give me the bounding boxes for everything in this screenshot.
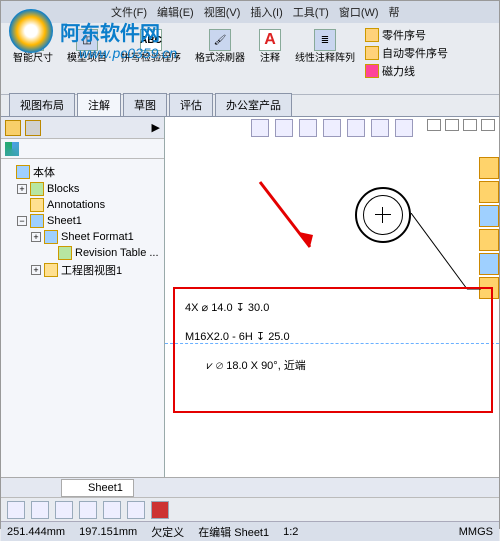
menu-view[interactable]: 视图(V) xyxy=(204,4,241,20)
close-icon[interactable] xyxy=(481,119,495,131)
bt5-icon[interactable] xyxy=(103,501,121,519)
tab-sketch[interactable]: 草图 xyxy=(123,93,167,116)
minimize-icon[interactable] xyxy=(445,119,459,131)
canvas-toolbar xyxy=(251,119,413,137)
palette-icon[interactable] xyxy=(479,205,499,227)
tree-annotations[interactable]: Annotations xyxy=(3,197,162,213)
maximize-icon[interactable] xyxy=(463,119,477,131)
linear-annotation-button[interactable]: ≣线性注释阵列 xyxy=(291,27,359,66)
refresh-icon[interactable] xyxy=(323,119,341,137)
section-icon[interactable] xyxy=(371,119,389,137)
resources-icon[interactable] xyxy=(479,157,499,179)
status-editing: 在编辑 Sheet1 xyxy=(198,524,269,540)
library-icon[interactable] xyxy=(479,181,499,203)
status-underdefined: 欠定义 xyxy=(151,524,184,540)
tree-sheet-format[interactable]: +Sheet Format1 xyxy=(3,229,162,245)
watermark-url: www.pc0359.cn xyxy=(79,45,177,61)
menu-tools[interactable]: 工具(T) xyxy=(293,4,329,20)
tree-root[interactable]: 本体 xyxy=(3,163,162,181)
status-y: 197.151mm xyxy=(79,526,137,538)
menu-help[interactable]: 帮 xyxy=(389,4,400,20)
zoom-area-icon[interactable] xyxy=(299,119,317,137)
drawing-canvas[interactable]: 4X ⌀ 14.0 ↧ 30.0 M16X2.0 - 6H ↧ 25.0 ⩗ ⌀… xyxy=(165,117,499,477)
tree-sheet1[interactable]: −Sheet1 xyxy=(3,213,162,229)
status-bar: 251.444mm 197.151mm 欠定义 在编辑 Sheet1 1:2 M… xyxy=(1,521,499,541)
canvas-window-controls xyxy=(427,119,495,131)
auto-part-number-button[interactable]: 自动零件序号 xyxy=(365,45,448,61)
tree-tab2-icon[interactable] xyxy=(25,120,41,136)
status-units[interactable]: MMGS xyxy=(459,526,493,538)
format-painter-button[interactable]: 🖌格式涂刷器 xyxy=(191,27,249,66)
watermark-text: 阿东软件网 xyxy=(60,17,160,46)
annotation-button[interactable]: A注释 xyxy=(255,27,285,66)
status-scale[interactable]: 1:2 xyxy=(283,526,298,538)
menu-window[interactable]: 窗口(W) xyxy=(339,4,379,20)
feature-tree-panel: ▶ 本体 +Blocks Annotations −Sheet1 +Sheet … xyxy=(1,117,165,477)
bt4-icon[interactable] xyxy=(79,501,97,519)
tree-tab-icon[interactable] xyxy=(5,120,21,136)
tree-revision-table[interactable]: Revision Table... xyxy=(3,245,162,261)
sheet1-tab[interactable]: Sheet1 xyxy=(61,479,134,497)
part-number-button[interactable]: 零件序号 xyxy=(365,27,448,43)
center-mark-icon xyxy=(377,209,389,221)
watermark-logo xyxy=(9,9,53,53)
bt3-icon[interactable] xyxy=(55,501,73,519)
menu-edit[interactable]: 编辑(E) xyxy=(157,4,194,20)
tree-blocks[interactable]: +Blocks xyxy=(3,181,162,197)
sheet-tab-bar: Sheet1 xyxy=(1,477,499,497)
appearances-icon[interactable] xyxy=(479,229,499,251)
bottom-toolbar xyxy=(1,497,499,521)
zoom-fit-icon[interactable] xyxy=(275,119,293,137)
tab-evaluate[interactable]: 评估 xyxy=(169,93,213,116)
bt7-icon[interactable] xyxy=(151,501,169,519)
sheet-icon xyxy=(72,482,84,494)
tab-office[interactable]: 办公室产品 xyxy=(215,93,292,116)
bt2-icon[interactable] xyxy=(31,501,49,519)
tab-view-layout[interactable]: 视图布局 xyxy=(9,93,75,116)
funnel-icon xyxy=(5,142,19,156)
menu-insert[interactable]: 插入(I) xyxy=(250,4,282,20)
zoom-in-icon[interactable] xyxy=(251,119,269,137)
tab-annotation[interactable]: 注解 xyxy=(77,93,121,116)
view-settings-icon[interactable] xyxy=(395,119,413,137)
hole-callout-text[interactable]: 4X ⌀ 14.0 ↧ 30.0 M16X2.0 - 6H ↧ 25.0 ⩗ ⌀… xyxy=(185,293,306,380)
tree-drawing-view1[interactable]: +工程图视图1 xyxy=(3,261,162,279)
status-x: 251.444mm xyxy=(7,526,65,538)
tree-filter[interactable] xyxy=(1,139,164,159)
right-task-pane xyxy=(479,157,499,299)
custom-icon[interactable] xyxy=(479,253,499,275)
command-tabbar: 视图布局 注解 草图 评估 办公室产品 xyxy=(1,95,499,117)
dock-icon[interactable] xyxy=(427,119,441,131)
bt6-icon[interactable] xyxy=(127,501,145,519)
magnetic-line-button[interactable]: 磁力线 xyxy=(365,63,448,79)
display-style-icon[interactable] xyxy=(347,119,365,137)
bt1-icon[interactable] xyxy=(7,501,25,519)
